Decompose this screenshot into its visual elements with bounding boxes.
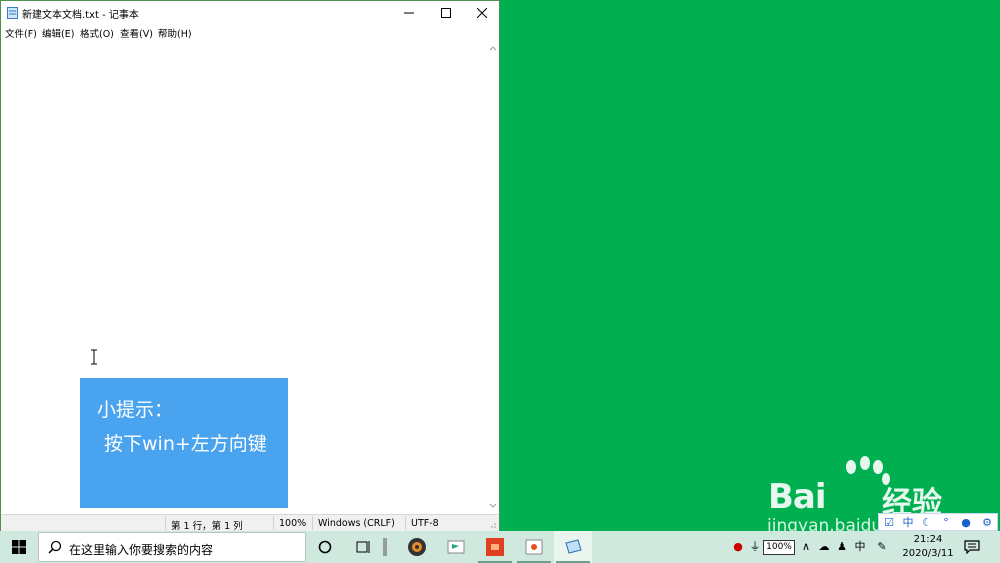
ime-punct-icon[interactable]: °: [938, 515, 954, 530]
cortana-button[interactable]: [306, 531, 344, 563]
input-mode-indicator[interactable]: 中: [852, 539, 868, 555]
tip-title: 小提示：: [97, 399, 174, 421]
ime-user-icon[interactable]: ●: [958, 515, 974, 530]
taskbar-search-box[interactable]: 在这里输入你要搜索的内容: [38, 532, 306, 562]
taskbar-app-presentation[interactable]: [515, 531, 553, 563]
tip-box: 小提示： 按下win+左方向键: [80, 378, 288, 508]
pen-tray-icon[interactable]: ✎: [874, 539, 890, 555]
status-divider: [312, 516, 313, 530]
encoding: UTF-8: [411, 518, 439, 529]
search-placeholder: 在这里输入你要搜索的内容: [69, 543, 214, 557]
power-plug-icon[interactable]: ⏚: [747, 539, 763, 555]
menu-format[interactable]: 格式(O): [80, 26, 114, 40]
status-bar: 第 1 行，第 1 列 100% Windows (CRLF) UTF-8: [1, 514, 499, 532]
minimize-button[interactable]: [391, 1, 427, 24]
chevron-up-icon[interactable]: ∧: [798, 539, 814, 555]
scroll-down-icon[interactable]: [487, 501, 499, 511]
vertical-scrollbar[interactable]: [487, 40, 499, 514]
taskbar-app-flag[interactable]: [437, 531, 475, 563]
notepad-taskbar-icon: [565, 539, 582, 554]
cursor-position: 第 1 行，第 1 列: [171, 521, 243, 532]
security-tray-icon[interactable]: ●: [730, 539, 746, 555]
close-icon: [477, 7, 487, 18]
task-view-icon: [356, 541, 370, 553]
clock-date: 2020/3/11: [902, 548, 954, 559]
title-bar[interactable]: 新建文本文档.txt - 记事本: [1, 1, 499, 24]
notepad-icon: [7, 7, 18, 19]
maximize-button[interactable]: [428, 1, 464, 24]
music-player-icon: [408, 538, 426, 556]
ime-toolbar: ☑ 中 ☾ ° ● ⚙: [878, 513, 998, 531]
ime-moon-icon[interactable]: ☾: [919, 515, 935, 530]
presentation-icon: [525, 539, 543, 555]
red-app-icon: [486, 538, 504, 556]
resize-grip-icon[interactable]: [487, 519, 497, 529]
menu-help[interactable]: 帮助(H): [158, 26, 192, 40]
battery-indicator[interactable]: 100%: [763, 540, 795, 555]
taskbar-app-red[interactable]: [476, 531, 514, 563]
window-title: 新建文本文档.txt - 记事本: [22, 10, 139, 21]
qq-penguin-icon[interactable]: ♟: [834, 539, 850, 555]
taskbar-app-music[interactable]: [398, 531, 436, 563]
start-button[interactable]: [0, 531, 38, 563]
tip-body: 按下win+左方向键: [104, 433, 267, 455]
search-icon: [48, 540, 62, 554]
taskbar-app-notepad[interactable]: [554, 531, 592, 563]
cortana-icon: [318, 540, 332, 554]
menu-edit[interactable]: 编辑(E): [42, 26, 74, 40]
cloud-icon[interactable]: ☁: [816, 539, 832, 555]
text-cursor-icon: [91, 349, 97, 365]
ime-chinese-mode[interactable]: 中: [900, 515, 916, 530]
menu-file[interactable]: 文件(F): [5, 26, 37, 40]
scroll-up-icon[interactable]: [487, 43, 499, 53]
menu-bar: 文件(F) 编辑(E) 格式(O) 查看(V) 帮助(H): [1, 24, 499, 40]
divider-icon: [383, 538, 387, 556]
taskbar-divider: [370, 531, 400, 563]
taskbar: 在这里输入你要搜索的内容 ● ⏚ 100% ∧ ☁ ♟ 中 ✎ 21:24 20…: [0, 531, 1000, 563]
minimize-icon: [404, 12, 414, 13]
clock-time: 21:24: [913, 534, 943, 545]
windows-logo-icon: [12, 540, 26, 554]
status-divider: [165, 516, 166, 530]
maximize-icon: [441, 7, 451, 18]
system-clock[interactable]: 21:24 2020/3/11: [900, 533, 956, 561]
status-divider: [273, 516, 274, 530]
line-ending: Windows (CRLF): [318, 518, 395, 529]
ime-check-icon[interactable]: ☑: [881, 515, 897, 530]
zoom-level: 100%: [279, 518, 307, 529]
notification-center-icon[interactable]: [964, 540, 980, 554]
close-button[interactable]: [464, 1, 500, 24]
flag-app-icon: [447, 540, 465, 554]
status-divider: [405, 516, 406, 530]
ime-settings-icon[interactable]: ⚙: [979, 515, 995, 530]
menu-view[interactable]: 查看(V): [120, 26, 153, 40]
watermark-brand: Bai: [768, 477, 827, 517]
